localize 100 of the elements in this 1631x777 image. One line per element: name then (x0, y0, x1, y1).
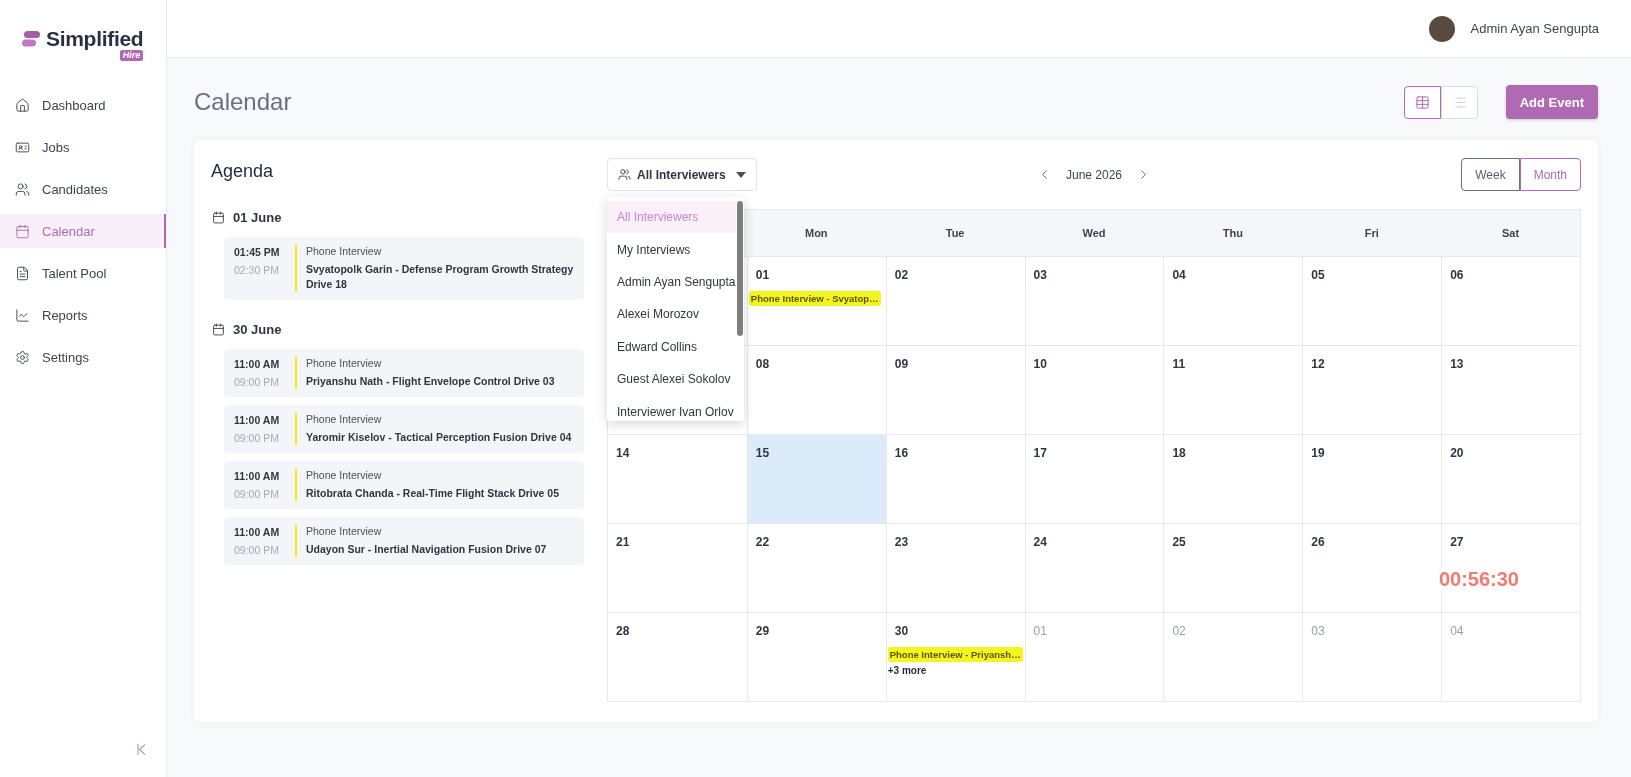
logo-icon (22, 31, 40, 47)
start-time: 01:45 PM (234, 246, 281, 258)
start-time: 11:00 AM (234, 414, 281, 426)
calendar-icon (15, 223, 30, 239)
range-tab[interactable]: Month (1519, 158, 1581, 191)
add-event-button[interactable]: Add Event (1505, 85, 1598, 119)
day-cell[interactable]: 04 (1163, 256, 1303, 345)
day-cell[interactable]: 25 (1163, 523, 1303, 612)
day-cell[interactable]: 23 (885, 523, 1025, 612)
day-number: 22 (755, 535, 770, 549)
sidebar-item[interactable]: Jobs (0, 130, 166, 164)
day-number: 14 (616, 446, 630, 460)
agenda-event[interactable]: 11:00 AM 09:00 PM Phone Interview Udayon Sur - Inertial Navigation Fusion Drive 07 (224, 517, 584, 565)
event-type: Phone Interview (306, 357, 383, 369)
day-number: 09 (894, 357, 909, 371)
day-cell[interactable]: 16 (885, 434, 1025, 523)
day-cell[interactable]: 24 (1024, 523, 1164, 612)
start-time: 11:00 AM (234, 470, 281, 482)
end-time: 09:00 PM (234, 488, 280, 500)
month-label: June 2026 (1065, 167, 1123, 182)
users-icon (618, 168, 631, 181)
agenda-event[interactable]: 11:00 AM 09:00 PM Phone Interview Ritobrata Chanda - Real-Time Flight Stack Drive 05 (224, 461, 584, 509)
day-number: 02 (894, 268, 909, 282)
list-view-button[interactable] (1440, 85, 1478, 119)
event-type: Phone Interview (306, 413, 383, 425)
sidebar-item[interactable]: Candidates (0, 172, 166, 206)
logo-badge: Hire (119, 50, 144, 61)
more-link[interactable]: +3 more (887, 665, 927, 676)
day-number: 23 (894, 535, 909, 549)
day-cell[interactable]: 15 (746, 434, 886, 523)
logo-text: Simplified (46, 28, 144, 50)
event-chip[interactable]: Phone Interview - Priyansh… (887, 647, 1023, 662)
day-number: 20 (1450, 446, 1464, 460)
day-number: 30 (894, 624, 909, 638)
day-cell[interactable]: 08 (746, 345, 886, 434)
day-cell[interactable]: 29 (746, 612, 886, 701)
interviewer-filter[interactable]: All Interviewers (607, 158, 757, 191)
day-number: 06 (1450, 268, 1464, 282)
day-number: 26 (1311, 535, 1325, 549)
end-time: 02:30 PM (234, 264, 280, 276)
agenda-date: 30 June (233, 322, 282, 337)
dropdown-option[interactable]: Interviewer Ivan Orlov (607, 395, 736, 421)
weekday-header: Wed (1024, 210, 1164, 256)
user-name[interactable]: Admin Ayan Sengupta (1470, 21, 1599, 36)
day-cell[interactable]: 18 (1163, 434, 1303, 523)
event-title: Ritobrata Chanda - Real-Time Flight Stack Drive 05 (306, 486, 561, 501)
day-number: 21 (616, 535, 630, 549)
collapse-icon[interactable] (137, 744, 146, 755)
dropdown-option[interactable]: Admin Ayan Sengupta (607, 265, 736, 299)
id-card-icon (15, 139, 30, 155)
day-number: 01 (755, 268, 770, 282)
grid-view-button[interactable] (1403, 85, 1441, 119)
day-number: 12 (1311, 357, 1325, 371)
day-cell[interactable]: 17 (1024, 434, 1164, 523)
range-tab[interactable]: Week (1461, 158, 1520, 191)
day-cell[interactable]: 20 (1441, 434, 1580, 523)
day-number: 01 (1033, 624, 1047, 638)
day-cell[interactable]: 02 (885, 256, 1025, 345)
sidebar-item[interactable]: Reports (0, 298, 166, 332)
day-cell[interactable]: 13 (1441, 345, 1580, 434)
day-cell[interactable]: 22 (746, 523, 886, 612)
day-number: 28 (616, 624, 630, 638)
users-icon (15, 181, 30, 197)
day-cell[interactable]: 01 Phone Interview - Svyatop… (746, 256, 886, 345)
agenda-date: 01 June (233, 210, 282, 225)
day-cell[interactable]: 09 (885, 345, 1025, 434)
list-icon (1451, 94, 1467, 110)
event-chip[interactable]: Phone Interview - Svyatop… (748, 291, 881, 306)
day-number: 24 (1033, 535, 1047, 549)
event-title: Priyanshu Nath - Flight Envelope Control Drive 03 (306, 374, 556, 389)
day-number: 18 (1172, 446, 1186, 460)
start-time: 11:00 AM (234, 358, 281, 370)
day-cell[interactable]: 06 (1441, 256, 1580, 345)
line-chart-icon (15, 307, 30, 323)
weekday-header: Tue (885, 210, 1025, 256)
day-cell[interactable]: 03 (1024, 256, 1164, 345)
day-number: 08 (755, 357, 770, 371)
day-number: 04 (1172, 268, 1186, 282)
sidebar-item[interactable]: Dashboard (0, 88, 166, 122)
day-cell[interactable]: 12 (1302, 345, 1442, 434)
agenda-event[interactable]: 01:45 PM 02:30 PM Phone Interview Svyatopolk Garin - Defense Program Growth Strategy Drive 18 (224, 237, 584, 300)
agenda-event[interactable]: 11:00 AM 09:00 PM Phone Interview Priyanshu Nath - Flight Envelope Control Drive 03 (224, 349, 584, 397)
day-cell[interactable]: 10 (1024, 345, 1164, 434)
sidebar-item[interactable]: Settings (0, 340, 166, 374)
agenda-event[interactable]: 11:00 AM 09:00 PM Phone Interview Yaromir Kiselov - Tactical Perception Fusion Drive 04 (224, 405, 584, 453)
day-number: 15 (755, 446, 770, 460)
day-cell[interactable]: 30 Phone Interview - Priyansh… +3 more (885, 612, 1025, 701)
avatar[interactable] (1428, 15, 1455, 42)
day-number: 03 (1033, 268, 1047, 282)
caret-icon (735, 171, 746, 178)
day-cell[interactable]: 05 (1302, 256, 1442, 345)
table-icon (1414, 94, 1430, 110)
end-time: 09:00 PM (234, 432, 280, 444)
day-number: 03 (1311, 624, 1325, 638)
scrollbar-thumb[interactable] (737, 201, 743, 336)
day-cell[interactable]: 19 (1302, 434, 1442, 523)
day-cell[interactable]: 11 (1163, 345, 1303, 434)
weekday-header: Fri (1302, 210, 1442, 256)
sidebar-item[interactable]: Talent Pool (0, 256, 166, 290)
event-title: Yaromir Kiselov - Tactical Perception Fusion Drive 04 (306, 430, 573, 445)
